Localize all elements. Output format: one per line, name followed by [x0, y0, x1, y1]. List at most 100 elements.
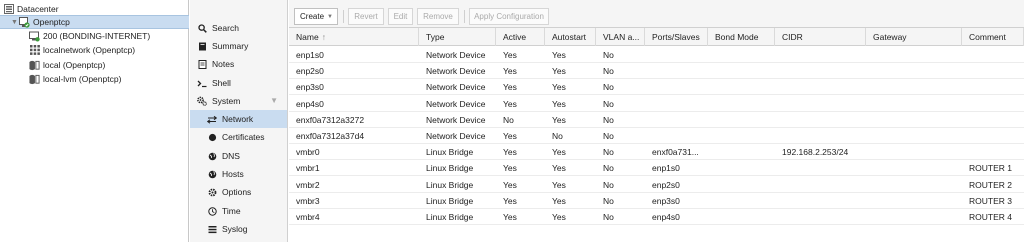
- tree-node-datacenter[interactable]: Datacenter: [0, 2, 189, 16]
- cell-name: vmbr3: [296, 195, 320, 206]
- menu-item-system[interactable]: System ▼: [190, 92, 287, 110]
- tree-node-vm-200[interactable]: 200 (BONDING-INTERNET): [0, 29, 189, 43]
- column-header-ports-slaves[interactable]: Ports/Slaves: [645, 28, 708, 46]
- cell-autostart: Yes: [552, 195, 566, 206]
- cell-vlan-aware: No: [603, 212, 614, 222]
- cell-vlan-aware: No: [603, 131, 614, 141]
- edit-button[interactable]: Edit: [388, 8, 413, 25]
- table-row[interactable]: enp2s0 Network Device Yes Yes No: [289, 63, 1024, 80]
- column-header-label: Active: [503, 32, 527, 42]
- menu-item-time[interactable]: Time: [190, 202, 287, 220]
- cell-comment: ROUTER 1: [969, 163, 1012, 174]
- cell-autostart: Yes: [552, 147, 566, 158]
- menu-item-options[interactable]: Options: [190, 183, 287, 201]
- sort-ascending-icon: ↑: [321, 32, 326, 42]
- cell-bond-mode: [708, 160, 775, 176]
- cell-name: enxf0a7312a3272: [296, 114, 365, 125]
- cell-ports-slaves: [645, 96, 708, 112]
- cell-autostart: Yes: [552, 179, 566, 190]
- create-button-label: Create: [300, 12, 325, 21]
- table-row[interactable]: enxf0a7312a3272 Network Device No Yes No: [289, 112, 1024, 128]
- toolbar-separator: [343, 10, 344, 23]
- menu-label-network: Network: [222, 114, 254, 124]
- menu-item-certificates[interactable]: Certificates: [190, 128, 287, 146]
- cell-gateway: [866, 177, 962, 193]
- column-header-name[interactable]: Name ↑: [289, 28, 419, 46]
- menu-label-options: Options: [222, 187, 252, 197]
- chevron-down-icon[interactable]: ▼: [270, 96, 278, 105]
- apply-configuration-button-label: Apply Configuration: [474, 12, 544, 21]
- cell-gateway: [866, 160, 962, 176]
- tree-node-openptcp[interactable]: ▼ Openptcp: [0, 15, 189, 29]
- menu-item-search[interactable]: Search: [190, 19, 287, 37]
- menu-item-summary[interactable]: Summary: [190, 37, 287, 55]
- column-header-type[interactable]: Type: [419, 28, 496, 46]
- column-header-label: VLAN a...: [603, 32, 640, 42]
- sdn-grid-icon: [29, 45, 40, 56]
- table-row[interactable]: vmbr2 Linux Bridge Yes Yes No enp2s0 ROUTER 2: [289, 177, 1024, 193]
- column-header-comment[interactable]: Comment: [962, 28, 1024, 46]
- menu-item-network[interactable]: Network: [190, 110, 287, 128]
- table-row[interactable]: enxf0a7312a37d4 Network Device Yes No No: [289, 128, 1024, 144]
- table-row[interactable]: vmbr0 Linux Bridge Yes Yes No enxf0a731... 192…: [289, 144, 1024, 161]
- cell-type: Network Device: [426, 131, 486, 141]
- cell-bond-mode: [708, 63, 775, 79]
- clock-icon: [207, 206, 217, 216]
- column-header-gateway[interactable]: Gateway: [866, 28, 962, 46]
- table-row[interactable]: vmbr1 Linux Bridge Yes Yes No enp1s0 ROUTER 1: [289, 160, 1024, 177]
- apply-configuration-button[interactable]: Apply Configuration: [469, 8, 549, 25]
- globe-icon: [207, 151, 217, 161]
- column-header-bond-mode[interactable]: Bond Mode: [708, 28, 775, 46]
- tree-node-storage-local[interactable]: local (Openptcp): [0, 58, 189, 72]
- vm-running-icon: [29, 31, 40, 42]
- menu-item-notes[interactable]: Notes: [190, 55, 287, 73]
- menu-label-notes: Notes: [212, 59, 235, 69]
- column-header-vlan-aware[interactable]: VLAN a...: [596, 28, 645, 46]
- table-row[interactable]: enp1s0 Network Device Yes Yes No: [289, 47, 1024, 63]
- table-row[interactable]: vmbr3 Linux Bridge Yes Yes No enp3s0 ROUTER 3: [289, 193, 1024, 209]
- edit-button-label: Edit: [393, 12, 408, 21]
- storage-icon: [29, 74, 40, 85]
- cell-cidr: [775, 63, 866, 79]
- cell-vlan-aware: No: [603, 82, 614, 93]
- menu-item-shell[interactable]: Shell: [190, 74, 287, 92]
- chevron-down-icon[interactable]: ▼: [10, 18, 19, 27]
- column-header-cidr[interactable]: CIDR: [775, 28, 866, 46]
- column-header-autostart[interactable]: Autostart: [545, 28, 596, 46]
- column-header-active[interactable]: Active: [496, 28, 545, 46]
- cell-gateway: [866, 96, 962, 112]
- revert-button[interactable]: Revert: [348, 8, 384, 25]
- resource-tree: Datacenter ▼ Openptcp 200 (BONDING-INTER…: [0, 0, 189, 242]
- table-row[interactable]: vmbr4 Linux Bridge Yes Yes No enp4s0 ROUTER 4: [289, 209, 1024, 225]
- cell-cidr: [775, 128, 866, 144]
- menu-item-hosts[interactable]: Hosts: [190, 165, 287, 183]
- menu-item-syslog[interactable]: Syslog: [190, 220, 287, 238]
- table-row[interactable]: enp3s0 Network Device Yes Yes No: [289, 79, 1024, 96]
- cell-active: Yes: [503, 98, 517, 109]
- cell-autostart: Yes: [552, 50, 566, 60]
- create-button[interactable]: Create ▼: [294, 8, 338, 25]
- column-header-label: Comment: [969, 32, 1006, 42]
- column-header-label: CIDR: [782, 32, 803, 42]
- tree-label-openptcp: Openptcp: [33, 17, 70, 27]
- remove-button-label: Remove: [423, 12, 453, 21]
- cell-active: Yes: [503, 179, 517, 190]
- cell-active: Yes: [503, 163, 517, 174]
- cell-name: vmbr2: [296, 179, 320, 190]
- cell-autostart: Yes: [552, 163, 566, 174]
- cell-active: Yes: [503, 50, 517, 60]
- tree-label-storage-local: local (Openptcp): [43, 60, 106, 70]
- tree-node-localnetwork[interactable]: localnetwork (Openptcp): [0, 43, 189, 57]
- book-icon: [197, 41, 207, 51]
- menu-item-dns[interactable]: DNS: [190, 147, 287, 165]
- table-row[interactable]: enp4s0 Network Device Yes Yes No: [289, 96, 1024, 112]
- toolbar-separator: [464, 10, 465, 23]
- cell-gateway: [866, 112, 962, 128]
- tree-node-storage-local-lvm[interactable]: local-lvm (Openptcp): [0, 72, 189, 86]
- cell-bond-mode: [708, 144, 775, 160]
- cell-active: No: [503, 114, 514, 125]
- storage-icon: [29, 60, 40, 71]
- remove-button[interactable]: Remove: [417, 8, 459, 25]
- server-icon: [3, 4, 14, 15]
- cell-type: Network Device: [426, 66, 486, 77]
